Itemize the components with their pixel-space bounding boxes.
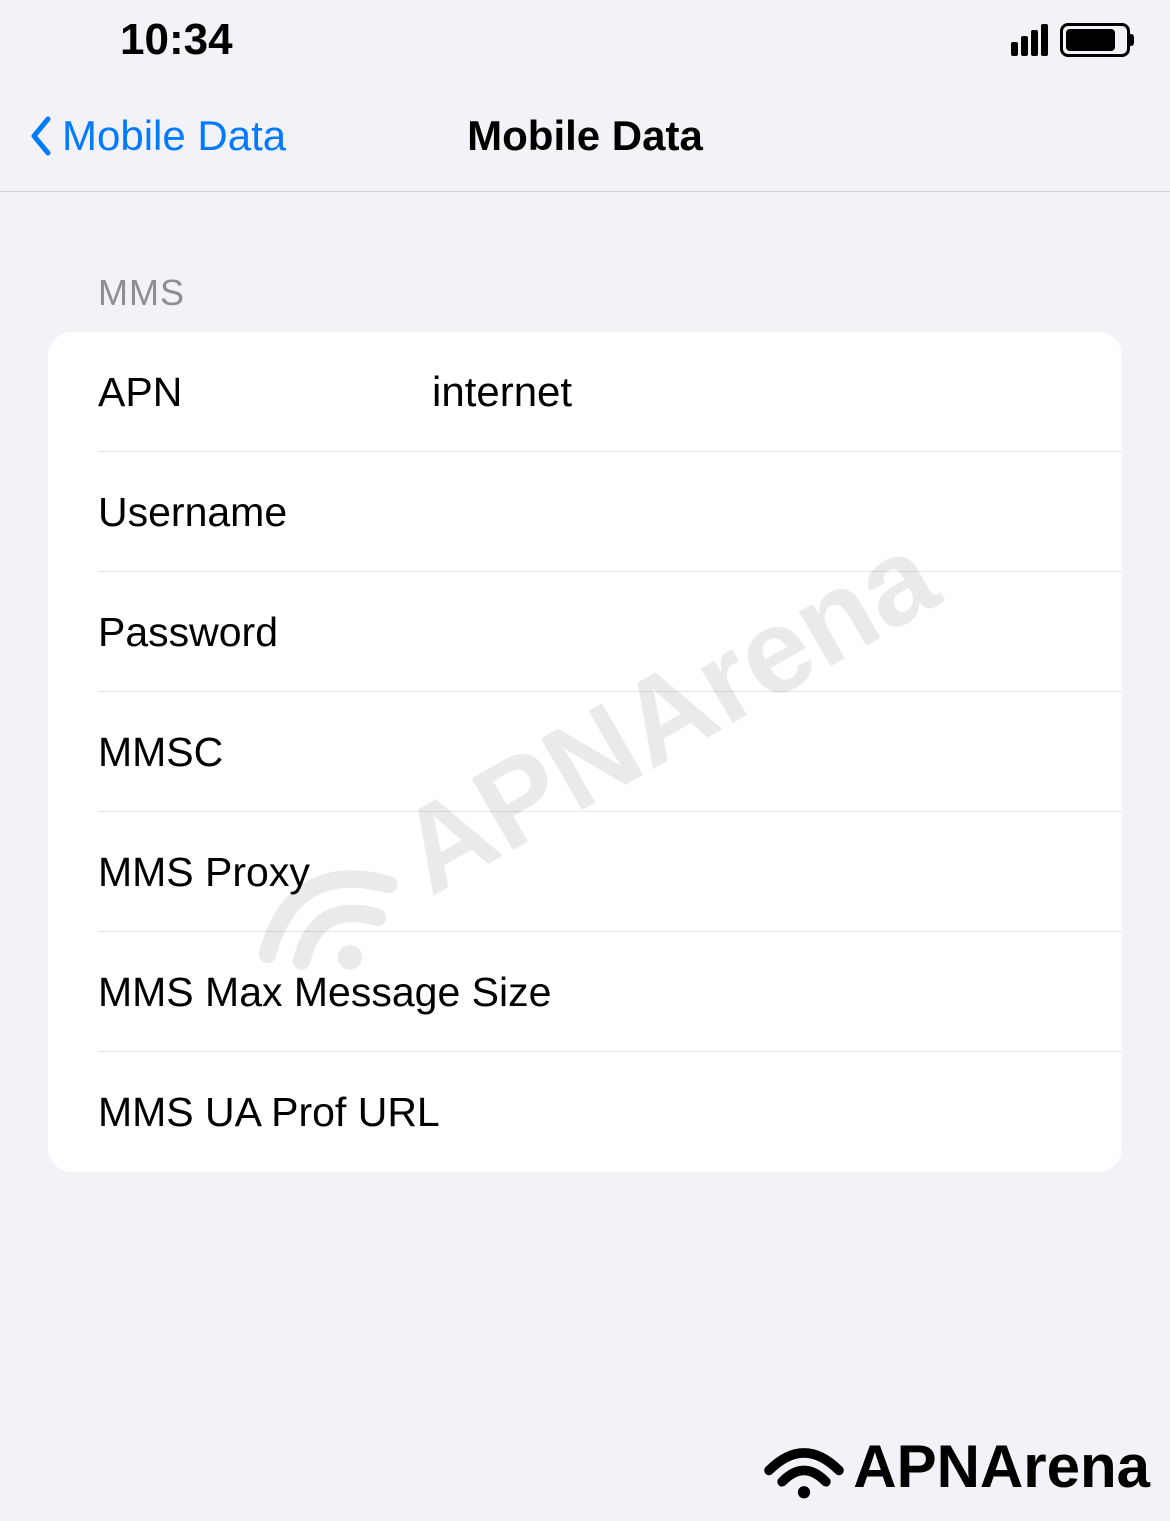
username-label: Username	[98, 489, 400, 536]
mms-proxy-input[interactable]	[400, 848, 1122, 896]
settings-group: APN Username Password MMSC MMS Proxy MMS…	[48, 332, 1122, 1172]
cellular-signal-icon	[1011, 24, 1048, 56]
mms-proxy-row[interactable]: MMS Proxy	[48, 812, 1122, 932]
apn-row[interactable]: APN	[48, 332, 1122, 452]
password-row[interactable]: Password	[48, 572, 1122, 692]
username-input[interactable]	[400, 488, 1122, 536]
mms-max-message-size-row[interactable]: MMS Max Message Size	[48, 932, 1122, 1052]
password-label: Password	[98, 609, 400, 656]
mmsc-input[interactable]	[400, 728, 1122, 776]
mms-ua-prof-url-row[interactable]: MMS UA Prof URL	[48, 1052, 1122, 1172]
wifi-icon	[759, 1431, 849, 1501]
username-row[interactable]: Username	[48, 452, 1122, 572]
battery-icon	[1060, 23, 1130, 57]
chevron-left-icon	[28, 115, 52, 157]
back-label: Mobile Data	[62, 112, 286, 160]
content: MMS APN Username Password MMSC MMS Proxy…	[0, 192, 1170, 1172]
mms-ua-prof-url-label: MMS UA Prof URL	[98, 1089, 440, 1136]
mms-max-message-size-input[interactable]	[551, 968, 1122, 1016]
status-bar: 10:34	[0, 0, 1170, 80]
section-header: MMS	[48, 272, 1122, 332]
mms-proxy-label: MMS Proxy	[98, 849, 400, 896]
footer-logo-text: APNArena	[853, 1432, 1150, 1501]
password-input[interactable]	[400, 608, 1122, 656]
navigation-bar: Mobile Data Mobile Data	[0, 80, 1170, 192]
page-title: Mobile Data	[467, 112, 703, 160]
back-button[interactable]: Mobile Data	[28, 112, 286, 160]
status-icons	[1011, 23, 1130, 57]
mms-ua-prof-url-input[interactable]	[440, 1088, 1122, 1136]
footer-logo: APNArena	[759, 1431, 1150, 1501]
mms-max-message-size-label: MMS Max Message Size	[98, 969, 551, 1016]
apn-label: APN	[98, 369, 400, 416]
mmsc-row[interactable]: MMSC	[48, 692, 1122, 812]
status-time: 10:34	[120, 15, 233, 65]
apn-input[interactable]	[400, 368, 1122, 416]
mmsc-label: MMSC	[98, 729, 400, 776]
